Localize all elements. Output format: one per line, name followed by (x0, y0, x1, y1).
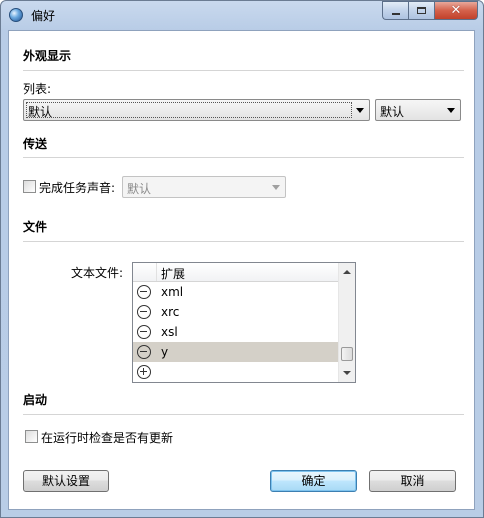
remove-icon[interactable] (137, 325, 151, 339)
remove-icon[interactable] (137, 285, 151, 299)
dialog-client-area: 外观显示 列表: 默认 默认 传送 完成任务声音: 默认 文件 文本文件: 扩展 (8, 30, 475, 510)
files-separator (23, 241, 464, 242)
appearance-section-title: 外观显示 (23, 49, 72, 63)
add-icon[interactable] (137, 365, 151, 379)
list-item[interactable]: xrc (133, 302, 338, 322)
list-item-label: y (161, 345, 169, 359)
scroll-up-icon[interactable] (343, 270, 351, 274)
caption-buttons: ✕ (382, 1, 478, 20)
list-combobox-value: 默认 (28, 105, 53, 119)
extension-header-label: 扩展 (161, 267, 186, 281)
app-globe-icon (9, 8, 23, 22)
list-item[interactable]: xsl (133, 322, 338, 342)
appearance-separator (23, 70, 464, 71)
list-label: 列表: (23, 82, 52, 96)
list-item-label: xml (161, 285, 184, 299)
chevron-down-icon (356, 108, 364, 113)
maximize-button[interactable] (408, 1, 434, 20)
startup-section-title: 启动 (23, 393, 48, 407)
maximize-icon (417, 7, 426, 14)
sound-combobox-value: 默认 (127, 182, 152, 196)
check-updates-checkbox[interactable] (25, 430, 38, 443)
text-files-label: 文本文件: (71, 266, 124, 280)
check-updates-label[interactable]: 在运行时检查是否有更新 (41, 429, 173, 446)
remove-icon[interactable] (137, 305, 151, 319)
list-item[interactable]: xml (133, 282, 338, 302)
defaults-button[interactable]: 默认设置 (23, 470, 109, 492)
title-bar[interactable]: 偏好 ✕ (1, 1, 483, 29)
preferences-window: 偏好 ✕ 外观显示 列表: 默认 默认 传送 完成任务声音: 默认 文件 文本文… (0, 0, 484, 518)
chevron-down-icon (272, 185, 280, 190)
cancel-button[interactable]: 取消 (369, 470, 456, 492)
list-item-label: xrc (161, 305, 180, 319)
sound-combobox[interactable]: 默认 (122, 176, 286, 198)
close-button[interactable]: ✕ (434, 1, 478, 20)
style-combobox-value: 默认 (380, 105, 405, 119)
minimize-icon (391, 12, 400, 15)
startup-separator (23, 414, 464, 415)
listbox-scrollbar[interactable] (338, 263, 355, 382)
chevron-down-icon (447, 108, 455, 113)
ok-button[interactable]: 确定 (270, 470, 357, 492)
window-title: 偏好 (31, 9, 56, 23)
sound-label[interactable]: 完成任务声音: (39, 179, 115, 196)
scroll-down-icon[interactable] (343, 371, 351, 375)
list-item-label: xsl (161, 325, 178, 339)
extensions-listbox[interactable]: 扩展 xml xrc xsl y (132, 262, 356, 383)
transfer-section-title: 传送 (23, 137, 48, 151)
close-icon: ✕ (450, 3, 462, 18)
files-section-title: 文件 (23, 220, 48, 234)
list-combobox[interactable]: 默认 (23, 99, 370, 121)
extensions-column-header[interactable]: 扩展 (133, 263, 338, 282)
style-combobox[interactable]: 默认 (375, 99, 461, 121)
remove-icon[interactable] (137, 345, 151, 359)
list-item-selected[interactable]: y (133, 342, 338, 362)
minimize-button[interactable] (382, 1, 408, 20)
sound-checkbox[interactable] (23, 180, 36, 193)
add-row[interactable] (133, 362, 338, 382)
scrollbar-thumb[interactable] (341, 347, 353, 361)
transfer-separator (23, 157, 464, 158)
